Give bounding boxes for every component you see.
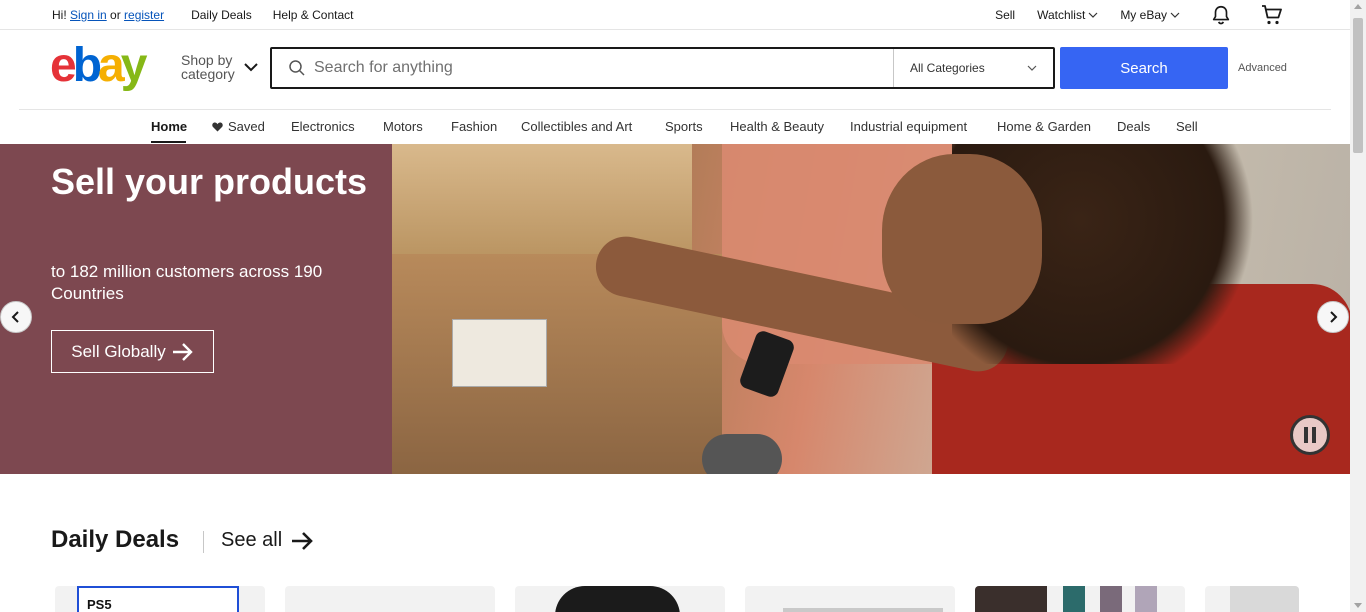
shop-by-category-button[interactable]: Shop by category (181, 53, 259, 81)
sell-link[interactable]: Sell (995, 8, 1015, 22)
arrow-right-icon (172, 342, 193, 361)
greeting: Hi! Sign in or register (52, 8, 164, 22)
scroll-down-icon[interactable] (1354, 603, 1362, 608)
category-nav: Home Saved Electronics Motors Fashion Co… (0, 110, 1350, 144)
hero-image-face (882, 154, 1042, 324)
nav-active-indicator (151, 141, 186, 143)
deal-card-image (1230, 586, 1299, 612)
chevron-left-icon (11, 311, 19, 323)
deal-card[interactable] (745, 586, 955, 612)
deal-card-image (1100, 586, 1122, 612)
my-ebay-menu[interactable]: My eBay (1120, 8, 1180, 22)
nav-deals[interactable]: Deals (1117, 119, 1150, 134)
advanced-search-link[interactable]: Advanced (1238, 62, 1287, 74)
shop-by-line1: Shop by (181, 52, 233, 68)
category-select-value: All Categories (910, 61, 985, 75)
deal-card[interactable] (515, 586, 725, 612)
watchlist-menu[interactable]: Watchlist (1037, 8, 1098, 22)
chevron-down-icon (1088, 12, 1098, 18)
search-bar: Search for anything All Categories (270, 47, 1055, 89)
deal-card-image (975, 586, 1047, 612)
hero-image-shipping-label (452, 319, 547, 387)
chevron-right-icon (1330, 311, 1338, 323)
search-input[interactable]: Search for anything (314, 59, 893, 77)
nav-industrial-equipment[interactable]: Industrial equipment (850, 119, 967, 134)
nav-home[interactable]: Home (151, 119, 187, 134)
hero-carousel: Sell your products to 182 million custom… (0, 144, 1350, 474)
carousel-prev-button[interactable] (0, 301, 32, 333)
deal-card-image (783, 608, 943, 612)
pause-icon (1304, 427, 1316, 443)
deal-card-image (555, 586, 680, 612)
my-ebay-label: My eBay (1120, 8, 1167, 22)
deal-card-ps5-text: PS5 (87, 597, 112, 612)
sell-globally-button[interactable]: Sell Globally (51, 330, 214, 373)
nav-sell[interactable]: Sell (1176, 119, 1198, 134)
heart-icon (212, 122, 223, 132)
category-select[interactable]: All Categories (893, 49, 1053, 87)
cart-icon[interactable] (1260, 3, 1284, 27)
topbar-left: Hi! Sign in or register Daily Deals Help… (52, 8, 374, 22)
nav-collectibles-art[interactable]: Collectibles and Art (521, 119, 632, 134)
search-icon (289, 60, 305, 76)
carousel-pause-button[interactable] (1290, 415, 1330, 455)
sign-in-link[interactable]: Sign in (70, 8, 107, 22)
nav-sports[interactable]: Sports (665, 119, 703, 134)
notification-bell-icon[interactable] (1210, 4, 1232, 26)
help-contact-link[interactable]: Help & Contact (273, 8, 354, 22)
hero-title: Sell your products (51, 161, 368, 202)
chevron-down-icon (1027, 65, 1037, 71)
scrollbar-thumb[interactable] (1353, 18, 1363, 153)
chevron-down-icon (244, 63, 258, 72)
see-all-link[interactable]: See all (221, 529, 314, 552)
watchlist-label: Watchlist (1037, 8, 1086, 22)
deal-card[interactable] (285, 586, 495, 612)
deal-card-image (1135, 586, 1157, 612)
deals-divider (203, 531, 204, 553)
nav-fashion[interactable]: Fashion (451, 119, 497, 134)
register-link[interactable]: register (124, 8, 164, 22)
top-utility-bar: Hi! Sign in or register Daily Deals Help… (0, 0, 1350, 30)
deal-card[interactable]: PS5 (55, 586, 265, 612)
greeting-or: or (106, 8, 125, 22)
nav-home-garden[interactable]: Home & Garden (997, 119, 1091, 134)
topbar-right: Sell Watchlist My eBay (973, 4, 1284, 26)
greeting-text: Hi! (52, 8, 70, 22)
sell-globally-label: Sell Globally (71, 341, 166, 361)
deal-card-image: PS5 (77, 586, 239, 612)
daily-deals-link[interactable]: Daily Deals (191, 8, 252, 22)
see-all-label: See all (221, 529, 283, 551)
chevron-down-icon (1170, 12, 1180, 18)
nav-saved-label: Saved (228, 119, 265, 134)
page-scrollbar[interactable] (1350, 0, 1366, 612)
deal-card[interactable] (1205, 586, 1299, 612)
scroll-up-icon[interactable] (1354, 4, 1362, 9)
nav-motors[interactable]: Motors (383, 119, 423, 134)
main-header: ebay Shop by category Search for anything… (0, 31, 1350, 109)
svg-text:ebay: ebay (50, 43, 148, 92)
nav-saved[interactable]: Saved (212, 119, 265, 134)
hero-image-scanner (702, 434, 782, 474)
hero-image (392, 144, 1350, 474)
deal-card[interactable] (975, 586, 1185, 612)
carousel-next-button[interactable] (1317, 301, 1349, 333)
hero-subtitle: to 182 million customers across 190 Coun… (51, 262, 323, 303)
search-button[interactable]: Search (1060, 47, 1228, 89)
deal-card-image (1063, 586, 1085, 612)
ebay-logo[interactable]: ebay (50, 43, 170, 93)
shop-by-line2: category (181, 66, 235, 82)
nav-electronics[interactable]: Electronics (291, 119, 355, 134)
arrow-right-icon (292, 531, 313, 550)
nav-health-beauty[interactable]: Health & Beauty (730, 119, 824, 134)
daily-deals-heading: Daily Deals (51, 526, 180, 553)
shop-by-category-text: Shop by category (181, 53, 241, 81)
